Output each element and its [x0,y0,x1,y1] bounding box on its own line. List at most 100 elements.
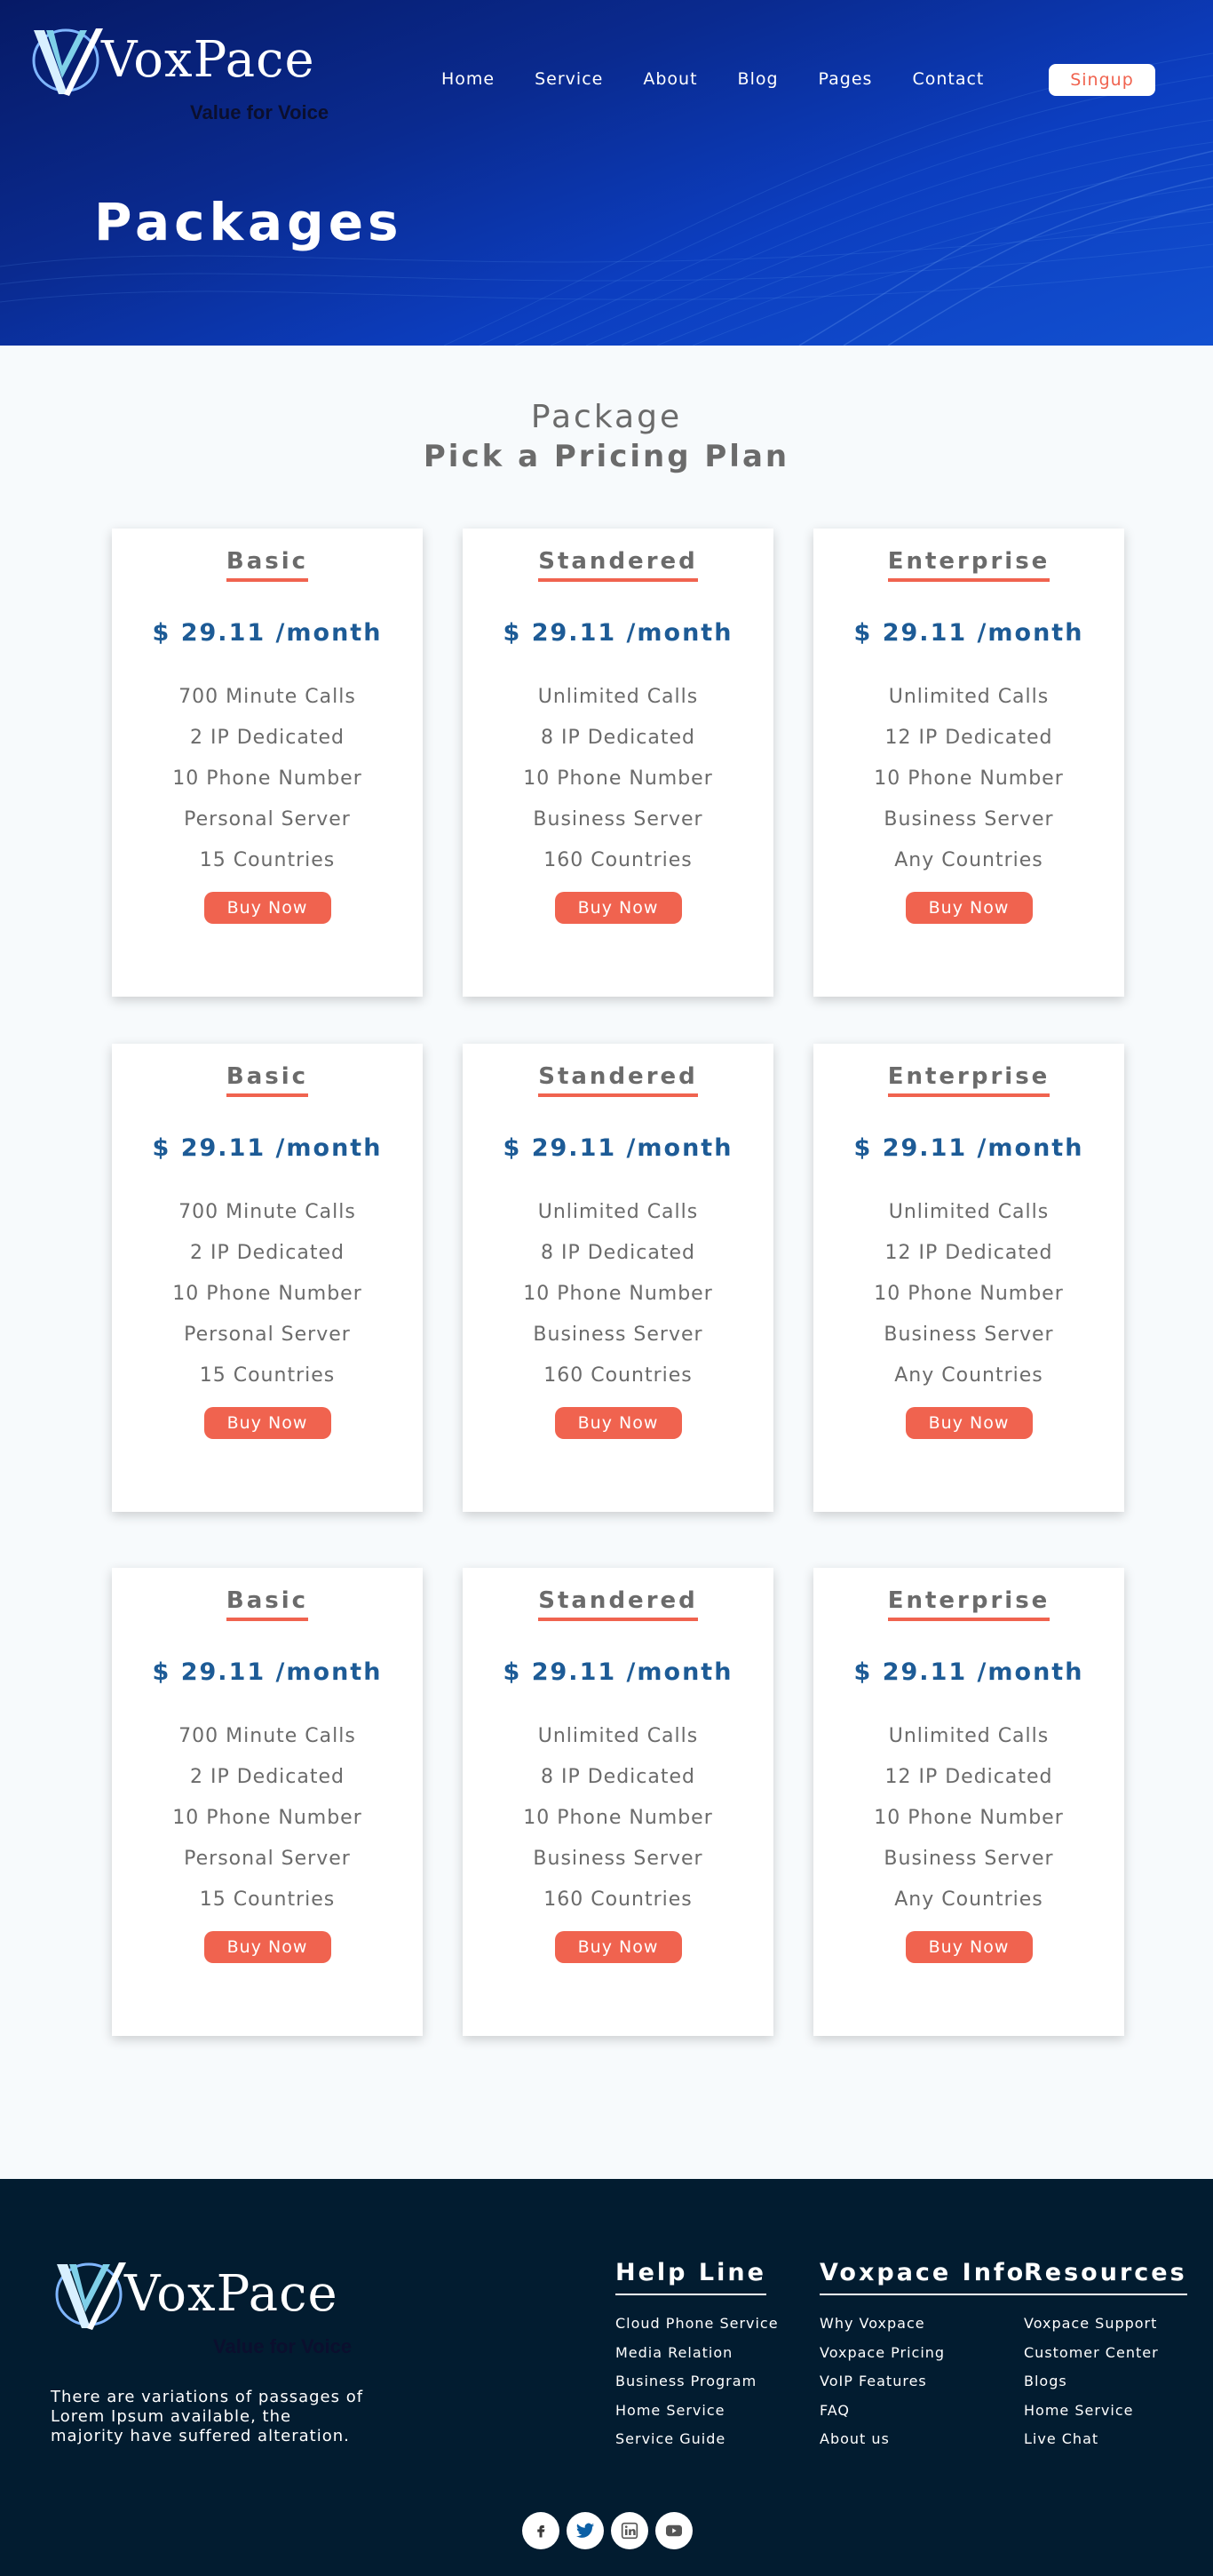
nav-blog[interactable]: Blog [738,68,779,91]
footer-link[interactable]: Voxpace Pricing [820,2339,1026,2368]
footer-link[interactable]: FAQ [820,2397,1026,2426]
plan-features: 700 Minute Calls 2 IP Dedicated 10 Phone N… [112,1192,423,1396]
plan-price: $ 29.11 /month [853,1658,1084,1686]
plan-price: $ 29.11 /month [853,1134,1084,1162]
plan-feature: 10 Phone Number [523,1807,713,1829]
pricing-card: Enterprise $ 29.11 /month Unlimited Calls 1… [813,1044,1124,1512]
twitter-icon[interactable] [567,2512,604,2549]
footer-link[interactable]: Home Service [1024,2397,1187,2426]
footer-link[interactable]: VoIP Features [820,2367,1026,2397]
plan-feature: 12 IP Dedicated [884,727,1053,749]
plan-feature: 10 Phone Number [874,1807,1064,1829]
nav-pages[interactable]: Pages [819,68,873,91]
plan-name: Basic [226,548,309,582]
plan-feature: 10 Phone Number [172,1283,362,1305]
linkedin-icon[interactable] [611,2512,648,2549]
plan-feature: Business Server [884,808,1054,831]
footer-col-resources: Resources Voxpace Support Customer Cente… [1024,2259,1187,2454]
plan-feature: 700 Minute Calls [178,1725,356,1747]
nav-about[interactable]: About [643,68,697,91]
plan-features: Unlimited Calls 8 IP Dedicated 10 Phone Nu… [463,1716,773,1920]
footer-link[interactable]: Blogs [1024,2367,1187,2397]
plan-feature: 160 Countries [543,1364,693,1387]
footer-link[interactable]: About us [820,2425,1026,2454]
plan-feature: Business Server [533,808,703,831]
buy-now-button[interactable]: Buy Now [203,1407,331,1439]
plan-features: Unlimited Calls 8 IP Dedicated 10 Phone Nu… [463,1192,773,1396]
youtube-icon[interactable] [655,2512,693,2549]
pricing-card: Basic $ 29.11 /month 700 Minute Calls 2 IP … [112,1568,423,2036]
plan-feature: 8 IP Dedicated [541,727,695,749]
page-title: Packages [94,192,403,252]
plan-name: Standered [538,1587,698,1621]
brand-tagline: Value for Voice [190,101,329,123]
pricing-card: Standered $ 29.11 /month Unlimited Calls 8 … [463,1044,773,1512]
footer-col-help-line: Help Line Cloud Phone Service Media Rela… [615,2259,779,2454]
footer-link[interactable]: Live Chat [1024,2425,1187,2454]
plan-feature: Personal Server [184,1848,351,1870]
nav-service[interactable]: Service [535,68,603,91]
plan-feature: 12 IP Dedicated [884,1242,1053,1264]
plan-price: $ 29.11 /month [503,619,733,647]
plan-name: Basic [226,1063,309,1097]
voxpace-logo-mark-icon [55,2262,126,2330]
plan-feature: Unlimited Calls [537,1725,699,1747]
plan-feature: Unlimited Calls [888,686,1050,708]
footer-link[interactable]: Service Guide [615,2425,779,2454]
footer-link[interactable]: Why Voxpace [820,2310,1026,2339]
footer-col-title: Voxpace Info [820,2259,1027,2295]
plan-price: $ 29.11 /month [853,619,1084,647]
nav-contact[interactable]: Contact [912,68,984,91]
plan-name: Enterprise [887,1063,1050,1097]
buy-now-button[interactable]: Buy Now [554,1407,682,1439]
plan-features: Unlimited Calls 12 IP Dedicated 10 Phone N… [813,1192,1124,1396]
plan-price: $ 29.11 /month [503,1658,733,1686]
footer-link[interactable]: Home Service [615,2397,779,2426]
facebook-icon[interactable] [522,2512,559,2549]
social-links [522,2512,700,2549]
plan-feature: Unlimited Calls [537,686,699,708]
plan-feature: 2 IP Dedicated [190,1242,345,1264]
footer-link[interactable]: Customer Center [1024,2339,1187,2368]
plan-feature: Business Server [533,1848,703,1870]
footer-link[interactable]: Business Program [615,2367,779,2397]
buy-now-button[interactable]: Buy Now [554,892,682,924]
plan-feature: Unlimited Calls [888,1725,1050,1747]
plan-feature: 700 Minute Calls [178,686,356,708]
pricing-card: Basic $ 29.11 /month 700 Minute Calls 2 IP … [112,529,423,997]
buy-now-button[interactable]: Buy Now [203,892,331,924]
plan-name: Enterprise [887,548,1050,582]
footer-link[interactable]: Media Relation [615,2339,779,2368]
buy-now-button[interactable]: Buy Now [905,1407,1033,1439]
buy-now-button[interactable]: Buy Now [203,1931,331,1963]
plan-price: $ 29.11 /month [152,1134,383,1162]
plan-feature: 700 Minute Calls [178,1201,356,1223]
brand-logo[interactable]: VoxPace Value for Voice [28,25,348,123]
footer-col-voxpace-info: Voxpace Info Why Voxpace Voxpace Pricing… [820,2259,1027,2454]
pricing-card: Standered $ 29.11 /month Unlimited Calls 8 … [463,529,773,997]
plan-feature: 2 IP Dedicated [190,1766,345,1788]
plan-feature: Any Countries [894,1364,1043,1387]
buy-now-button[interactable]: Buy Now [554,1931,682,1963]
plan-feature: 10 Phone Number [172,1807,362,1829]
plan-feature: Business Server [884,1848,1054,1870]
plan-feature: 8 IP Dedicated [541,1242,695,1264]
plan-feature: 10 Phone Number [874,767,1064,790]
section-subtitle: Package [530,399,683,435]
plan-feature: Unlimited Calls [888,1201,1050,1223]
signup-button[interactable]: Singup [1049,64,1155,96]
footer-link[interactable]: Cloud Phone Service [615,2310,779,2339]
footer-link[interactable]: Voxpace Support [1024,2310,1187,2339]
buy-now-button[interactable]: Buy Now [905,892,1033,924]
footer-logo[interactable]: VoxPace Value for Voice [52,2259,371,2357]
plan-name: Enterprise [887,1587,1050,1621]
nav-home[interactable]: Home [441,68,495,91]
section-heading: Package Pick a Pricing Plan [0,399,1213,474]
section-title: Pick a Pricing Plan [423,439,790,474]
plan-feature: 8 IP Dedicated [541,1766,695,1788]
plan-feature: Any Countries [894,849,1043,871]
buy-now-button[interactable]: Buy Now [905,1931,1033,1963]
plan-price: $ 29.11 /month [152,1658,383,1686]
plan-feature: Any Countries [894,1888,1043,1911]
plan-feature: 10 Phone Number [172,767,362,790]
